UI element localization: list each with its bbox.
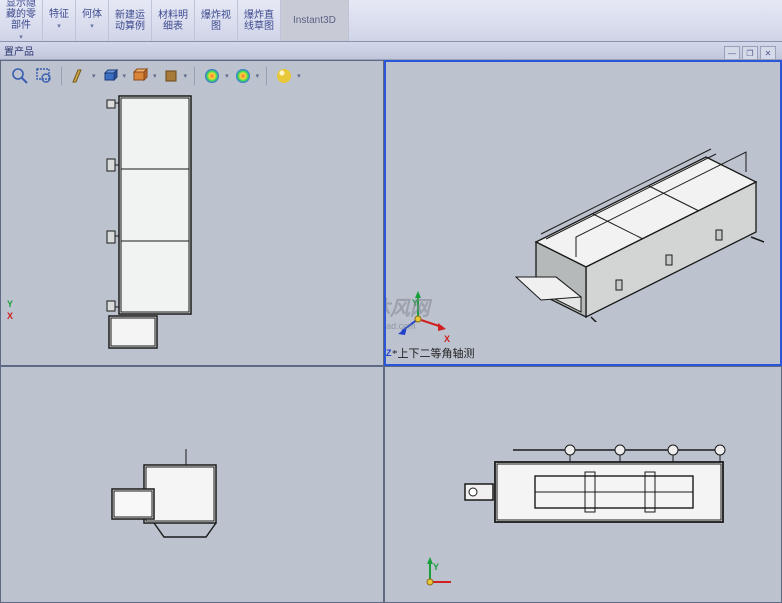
section-icon[interactable]	[69, 66, 89, 86]
display-style-dropdown[interactable]: ▾	[153, 72, 157, 80]
viewport-bottom-right[interactable]: Y	[384, 366, 782, 603]
viewport-top-left[interactable]: Y X	[0, 60, 384, 366]
axis-y-label: Y	[7, 299, 13, 309]
ribbon-show-hide-parts[interactable]: 显示隐藏的零部件▾	[0, 0, 43, 41]
model-plan-view	[455, 442, 735, 555]
axis-y-label: Y	[433, 562, 439, 572]
ribbon-exploded-sketch[interactable]: 爆炸直线草图	[238, 0, 281, 41]
model-side-view	[106, 447, 246, 560]
ribbon-new-motion[interactable]: 新建运动算例	[109, 0, 152, 41]
view-label: *上下二等角轴测	[392, 345, 475, 361]
zoom-area-icon[interactable]	[34, 66, 54, 86]
window-controls: — ❐ ✕	[724, 46, 776, 60]
sub-tab-bar[interactable]: 置产品	[0, 42, 782, 60]
viewport-container: — ❐ ✕ ▾ ▾ ▾ ▾ ▾	[0, 60, 782, 603]
zoom-fit-icon[interactable]	[10, 66, 30, 86]
ribbon-bom[interactable]: 材料明细表	[152, 0, 195, 41]
view-triad	[398, 289, 448, 342]
model-top-view	[101, 91, 211, 359]
appearance-icon[interactable]	[202, 66, 222, 86]
axis-x-label: X	[7, 311, 13, 321]
ribbon-exploded-view[interactable]: 爆炸视图	[195, 0, 238, 41]
graphics-toolbar: ▾ ▾ ▾ ▾ ▾ ▾ ▾	[10, 66, 301, 86]
toolbar-separator	[266, 67, 267, 85]
scene-icon[interactable]	[233, 66, 253, 86]
ribbon-instant3d[interactable]: Instant3D	[281, 0, 349, 41]
axis-z-label: Z	[386, 348, 392, 358]
ribbon-geometry[interactable]: 何体▾	[76, 0, 109, 41]
toolbar-separator	[61, 67, 62, 85]
sub-tab-label: 置产品	[4, 43, 34, 58]
section-dropdown[interactable]: ▾	[92, 72, 96, 80]
viewport-top-right[interactable]: Y X Z *上下二等角轴测 ᎷF 沐风网 www.mfcad.com	[384, 60, 782, 366]
render-dropdown[interactable]: ▾	[297, 72, 301, 80]
model-isometric	[446, 92, 766, 325]
axis-y-label: Y	[412, 298, 418, 308]
display-style-icon[interactable]	[130, 66, 150, 86]
ribbon-toolbar: 显示隐藏的零部件▾ 特征▾ 何体▾ 新建运动算例 材料明细表 爆炸视图 爆炸直线…	[0, 0, 782, 42]
viewport-grid: Y X	[0, 60, 782, 603]
minimize-button[interactable]: —	[724, 46, 740, 60]
viewport-bottom-left[interactable]	[0, 366, 384, 603]
ribbon-features[interactable]: 特征▾	[43, 0, 76, 41]
render-icon[interactable]	[274, 66, 294, 86]
appearance-dropdown[interactable]: ▾	[225, 72, 229, 80]
restore-button[interactable]: ❐	[742, 46, 758, 60]
scene-dropdown[interactable]: ▾	[256, 72, 260, 80]
view-orientation-icon[interactable]	[100, 66, 120, 86]
view-orientation-dropdown[interactable]: ▾	[123, 72, 127, 80]
close-button[interactable]: ✕	[760, 46, 776, 60]
axis-x-label: X	[444, 334, 450, 344]
hide-show-icon[interactable]	[161, 66, 181, 86]
toolbar-separator	[194, 67, 195, 85]
hide-show-dropdown[interactable]: ▾	[184, 72, 188, 80]
